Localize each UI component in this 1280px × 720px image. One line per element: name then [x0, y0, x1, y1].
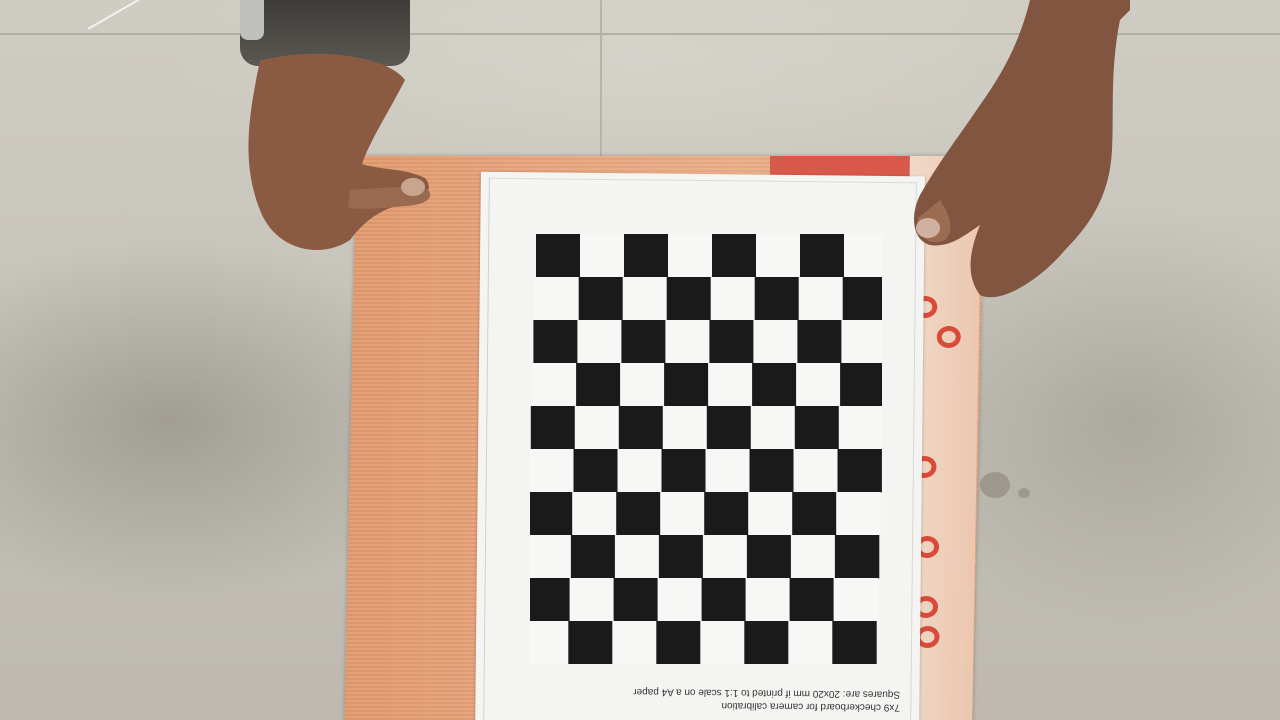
checker-square — [533, 320, 578, 364]
checker-square — [612, 621, 657, 664]
checker-square — [700, 621, 745, 664]
floor-tile-seam-vertical — [600, 0, 602, 160]
checker-square — [620, 363, 665, 407]
checker-square — [706, 406, 752, 450]
checker-square — [789, 578, 834, 622]
checker-square — [796, 363, 841, 407]
checker-square — [841, 320, 882, 364]
checker-square — [656, 621, 701, 664]
checker-square — [744, 621, 789, 664]
checker-square — [618, 406, 664, 450]
checker-square — [704, 492, 749, 536]
checker-square — [793, 449, 838, 493]
checker-square — [622, 277, 668, 321]
checker-square — [574, 406, 620, 450]
checker-square — [532, 363, 577, 407]
checker-square — [798, 277, 844, 321]
checker-square — [658, 535, 704, 579]
checker-square — [753, 320, 798, 364]
checker-square — [530, 535, 572, 579]
checker-square — [710, 277, 756, 321]
checker-square — [837, 449, 882, 493]
checker-square — [794, 406, 840, 450]
checker-square — [836, 492, 881, 536]
checker-square — [668, 234, 713, 278]
checker-square — [702, 535, 748, 579]
checker-square — [844, 234, 882, 278]
checker-square — [614, 535, 660, 579]
checker-square — [752, 363, 797, 407]
checker-square — [613, 578, 658, 622]
checker-square — [666, 277, 712, 321]
checker-square — [569, 578, 614, 622]
checker-square — [577, 320, 622, 364]
right-hand — [914, 0, 1130, 298]
calibration-checkerboard — [530, 234, 882, 664]
paper-caption: 7x9 checkerboard for camera calibration … — [560, 684, 900, 714]
checker-square — [840, 363, 882, 407]
left-hand — [248, 53, 431, 250]
tape-print-mark — [936, 326, 961, 348]
checker-square — [530, 406, 576, 450]
checker-square — [578, 277, 624, 321]
checker-square — [530, 621, 569, 664]
checker-square — [749, 449, 794, 493]
checker-square — [570, 535, 616, 579]
checker-square — [800, 234, 845, 278]
checker-square — [709, 320, 754, 364]
checker-square — [568, 621, 613, 664]
checker-square — [576, 363, 621, 407]
checker-square — [534, 277, 580, 321]
checker-square — [665, 320, 710, 364]
watch-case — [240, 0, 264, 40]
checker-square — [573, 449, 618, 493]
checker-square — [750, 406, 796, 450]
floor-stain — [980, 472, 1010, 498]
checker-square — [712, 234, 757, 278]
checker-square — [621, 320, 666, 364]
checker-square — [661, 449, 706, 493]
checker-square — [662, 406, 708, 450]
checker-square — [705, 449, 750, 493]
checker-square — [530, 578, 570, 622]
checker-square — [834, 535, 880, 579]
checker-square — [756, 234, 801, 278]
checker-square — [572, 492, 617, 536]
floor-stain — [1018, 488, 1030, 498]
checker-square — [657, 578, 702, 622]
checker-square — [842, 277, 882, 321]
checker-square — [701, 578, 746, 622]
checker-square — [536, 234, 581, 278]
checker-square — [616, 492, 661, 536]
checker-square — [754, 277, 800, 321]
checker-square — [746, 535, 792, 579]
checker-square — [833, 578, 878, 622]
checker-square — [745, 578, 790, 622]
checker-square — [797, 320, 842, 364]
checker-square — [708, 363, 753, 407]
checker-square — [788, 621, 833, 664]
checker-square — [664, 363, 709, 407]
checker-square — [530, 492, 573, 536]
checker-square — [580, 234, 625, 278]
checker-square — [748, 492, 793, 536]
checker-square — [790, 535, 836, 579]
checker-square — [624, 234, 669, 278]
checker-square — [838, 406, 882, 450]
photo-scene: 7x9 checkerboard for camera calibration … — [0, 0, 1280, 720]
checker-square — [832, 621, 877, 664]
checker-square — [660, 492, 705, 536]
checker-square — [792, 492, 837, 536]
checker-square — [530, 449, 574, 493]
checker-square — [617, 449, 662, 493]
